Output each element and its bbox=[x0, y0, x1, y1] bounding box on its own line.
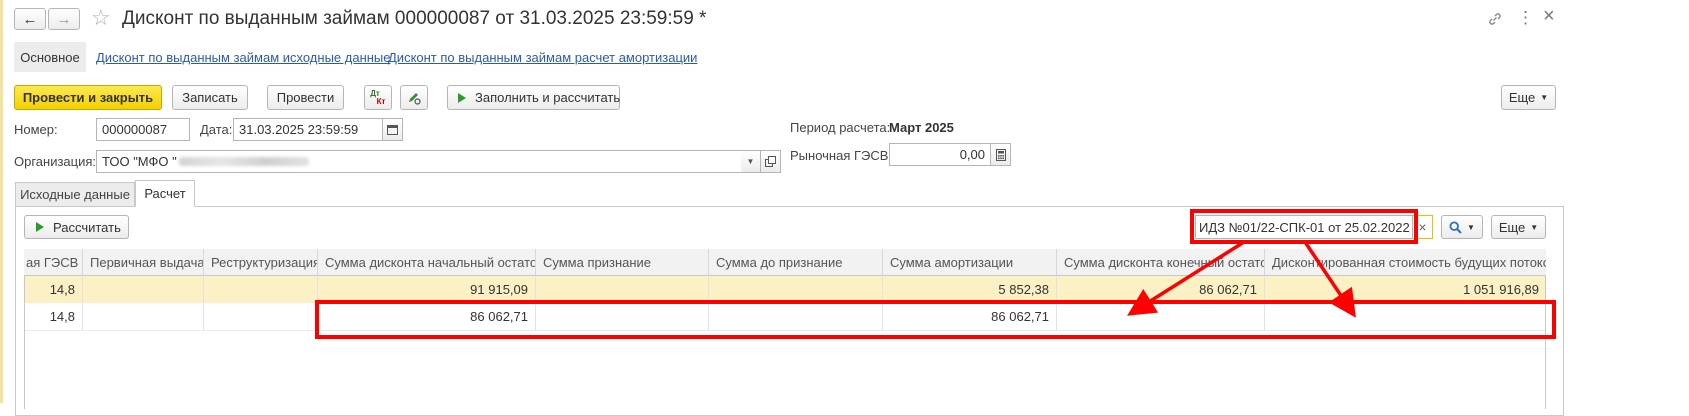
table-cell[interactable]: 86 062,71 bbox=[883, 303, 1057, 330]
table-cell[interactable]: 91 915,09 bbox=[318, 276, 536, 303]
organization-field[interactable]: ТОО "МФО " bbox=[96, 150, 742, 173]
save-button[interactable]: Записать bbox=[172, 85, 248, 110]
table-cell[interactable]: 14,8 bbox=[24, 276, 83, 303]
organization-label: Организация: bbox=[14, 154, 97, 169]
edit-posting-button[interactable] bbox=[400, 85, 428, 110]
search-button[interactable]: ▼ bbox=[1441, 215, 1483, 239]
nav-back-button[interactable]: ← bbox=[14, 8, 46, 30]
dropdown-arrow-icon: ▼ bbox=[746, 157, 755, 166]
tab-calculation[interactable]: Расчет bbox=[135, 180, 195, 207]
chevron-down-icon: ▼ bbox=[1467, 222, 1475, 232]
post-button[interactable]: Провести bbox=[267, 85, 344, 110]
dt-kt-report-button[interactable]: Дт Кт bbox=[364, 85, 392, 110]
grid-column-header[interactable]: Дисконтированная стоимость будущих поток… bbox=[1265, 249, 1546, 276]
calculate-label: Рассчитать bbox=[53, 219, 121, 235]
fill-and-calculate-label: Заполнить и рассчитать bbox=[475, 90, 621, 105]
table-cell[interactable]: 5 852,38 bbox=[883, 276, 1057, 303]
grid-column-header[interactable]: Сумма амортизации bbox=[883, 249, 1057, 276]
table-cell[interactable] bbox=[204, 276, 318, 303]
table-cell[interactable] bbox=[536, 276, 709, 303]
dt-kt-icon-bottom: Кт bbox=[376, 96, 386, 106]
grid-column-header[interactable]: Сумма дисконта начальный остаток bbox=[318, 249, 536, 276]
table-cell[interactable] bbox=[83, 276, 204, 303]
close-icon[interactable]: × bbox=[1543, 5, 1555, 28]
organization-blurred-text bbox=[178, 157, 309, 166]
play-icon bbox=[458, 92, 466, 103]
form-left-edge bbox=[0, 0, 3, 403]
grid-column-header[interactable]: Первичная выдача bbox=[83, 249, 204, 276]
window-title: Дисконт по выданным займам 000000087 от … bbox=[122, 8, 707, 29]
clear-filter-icon[interactable]: × bbox=[1413, 215, 1433, 239]
date-label: Дата: bbox=[200, 122, 233, 137]
table-cell[interactable]: 86 062,71 bbox=[1057, 276, 1265, 303]
period-value: Март 2025 bbox=[889, 120, 954, 135]
calculate-button[interactable]: Рассчитать bbox=[24, 215, 129, 239]
date-field[interactable]: 31.03.2025 23:59:59 bbox=[233, 118, 383, 141]
organization-open-button[interactable] bbox=[761, 150, 781, 173]
more-button[interactable]: Еще ▼ bbox=[1501, 85, 1556, 110]
tab-source-data[interactable]: Исходные данные bbox=[15, 182, 135, 206]
table-cell[interactable] bbox=[709, 303, 883, 330]
table-cell[interactable]: 1 051 916,89 bbox=[1265, 276, 1546, 303]
table-cell[interactable] bbox=[1057, 303, 1265, 330]
post-and-close-button[interactable]: Провести и закрыть bbox=[14, 85, 162, 110]
grid-column-header[interactable]: Сумма признание bbox=[536, 249, 709, 276]
organization-value: ТОО "МФО " bbox=[102, 154, 177, 169]
market-rate-field[interactable]: 0,00 bbox=[889, 143, 991, 166]
grid-column-header[interactable]: Сумма до признание bbox=[709, 249, 883, 276]
grid-column-header[interactable]: Реструктуризация bbox=[204, 249, 318, 276]
grid-column-header[interactable]: ая ГЭСВ bbox=[24, 249, 83, 276]
calendar-icon bbox=[387, 125, 398, 135]
section-main[interactable]: Основное bbox=[14, 42, 86, 72]
more-label: Еще bbox=[1508, 90, 1536, 105]
table-cell[interactable] bbox=[1265, 303, 1546, 330]
market-rate-label: Рыночная ГЭСВ: bbox=[790, 148, 893, 163]
play-icon bbox=[36, 222, 44, 232]
loan-filter-field[interactable]: ИДЗ №01/22-СПК-01 от 25.02.2022 bbox=[1195, 215, 1413, 239]
nav-forward-button[interactable]: → bbox=[48, 8, 80, 30]
number-label: Номер: bbox=[14, 122, 58, 137]
link-icon[interactable] bbox=[1487, 11, 1503, 30]
table-cell[interactable] bbox=[536, 303, 709, 330]
grid-more-label: Еще bbox=[1498, 219, 1526, 235]
fill-and-calculate-button[interactable]: Заполнить и рассчитать bbox=[447, 85, 620, 110]
chevron-down-icon: ▼ bbox=[1540, 93, 1549, 102]
section-link-amortization[interactable]: Дисконт по выданным займам расчет аморти… bbox=[388, 50, 697, 65]
table-cell[interactable] bbox=[204, 303, 318, 330]
period-label: Период расчета: bbox=[790, 120, 891, 135]
number-field[interactable]: 000000087 bbox=[96, 118, 190, 141]
calendar-button[interactable] bbox=[382, 118, 403, 141]
table-cell[interactable]: 14,8 bbox=[24, 303, 83, 330]
grid-column-header[interactable]: Сумма дисконта конечный остаток bbox=[1057, 249, 1265, 276]
calculator-icon bbox=[995, 148, 1006, 161]
grid-more-button[interactable]: Еще ▼ bbox=[1491, 215, 1546, 239]
table-cell[interactable] bbox=[709, 276, 883, 303]
organization-dropdown-button[interactable]: ▼ bbox=[741, 150, 761, 173]
section-link-source-data[interactable]: Дисконт по выданным займам исходные данн… bbox=[96, 50, 391, 65]
table-cell[interactable]: 86 062,71 bbox=[318, 303, 536, 330]
table-cell[interactable] bbox=[83, 303, 204, 330]
open-window-icon bbox=[765, 156, 776, 167]
chevron-down-icon: ▼ bbox=[1530, 222, 1539, 232]
favorite-star-icon[interactable]: ☆ bbox=[91, 5, 111, 31]
pencil-icon bbox=[409, 92, 421, 105]
more-menu-icon[interactable]: ⋮ bbox=[1517, 8, 1534, 28]
calculator-button[interactable] bbox=[990, 143, 1011, 166]
search-icon bbox=[1449, 220, 1462, 234]
